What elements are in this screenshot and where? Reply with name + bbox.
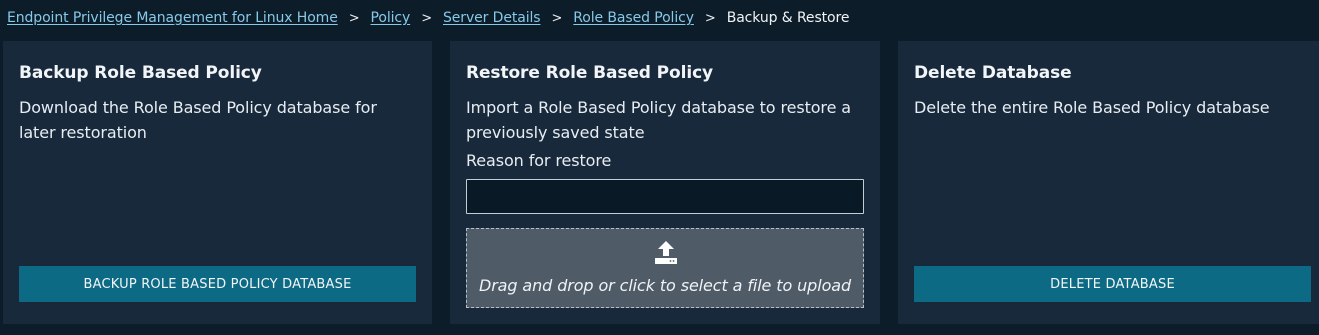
breadcrumb-link-policy[interactable]: Policy	[371, 10, 411, 26]
restore-card: Restore Role Based Policy Import a Role …	[450, 41, 880, 324]
breadcrumb: Endpoint Privilege Management for Linux …	[7, 8, 849, 28]
reason-for-restore-input[interactable]	[466, 179, 864, 214]
backup-database-button[interactable]: BACKUP ROLE BASED POLICY DATABASE	[19, 266, 416, 302]
breadcrumb-current-page: Backup & Restore	[726, 10, 850, 26]
reason-for-restore-label: Reason for restore	[466, 151, 612, 170]
breadcrumb-separator: >	[348, 10, 360, 26]
restore-card-description: Import a Role Based Policy database to r…	[466, 98, 851, 142]
breadcrumb-link-role-based-policy[interactable]: Role Based Policy	[573, 10, 694, 26]
breadcrumb-link-server-details[interactable]: Server Details	[443, 10, 541, 26]
restore-card-title: Restore Role Based Policy	[466, 63, 714, 83]
backup-card-description: Download the Role Based Policy database …	[19, 98, 377, 142]
file-upload-dropzone[interactable]: Drag and drop or click to select a file …	[466, 228, 864, 308]
dropzone-instructions: Drag and drop or click to select a file …	[478, 276, 852, 295]
breadcrumb-separator: >	[551, 10, 563, 26]
backup-card: Backup Role Based Policy Download the Ro…	[3, 41, 432, 324]
upload-icon	[655, 241, 677, 264]
breadcrumb-separator: >	[704, 10, 716, 26]
breadcrumb-link-epm-linux-home[interactable]: Endpoint Privilege Management for Linux …	[7, 10, 338, 26]
breadcrumb-separator: >	[421, 10, 432, 26]
delete-card: Delete Database Delete the entire Role B…	[898, 41, 1319, 324]
backup-card-title: Backup Role Based Policy	[19, 63, 262, 83]
delete-card-description: Delete the entire Role Based Policy data…	[914, 98, 1270, 117]
delete-card-title: Delete Database	[914, 63, 1072, 83]
delete-database-button[interactable]: DELETE DATABASE	[914, 266, 1311, 302]
